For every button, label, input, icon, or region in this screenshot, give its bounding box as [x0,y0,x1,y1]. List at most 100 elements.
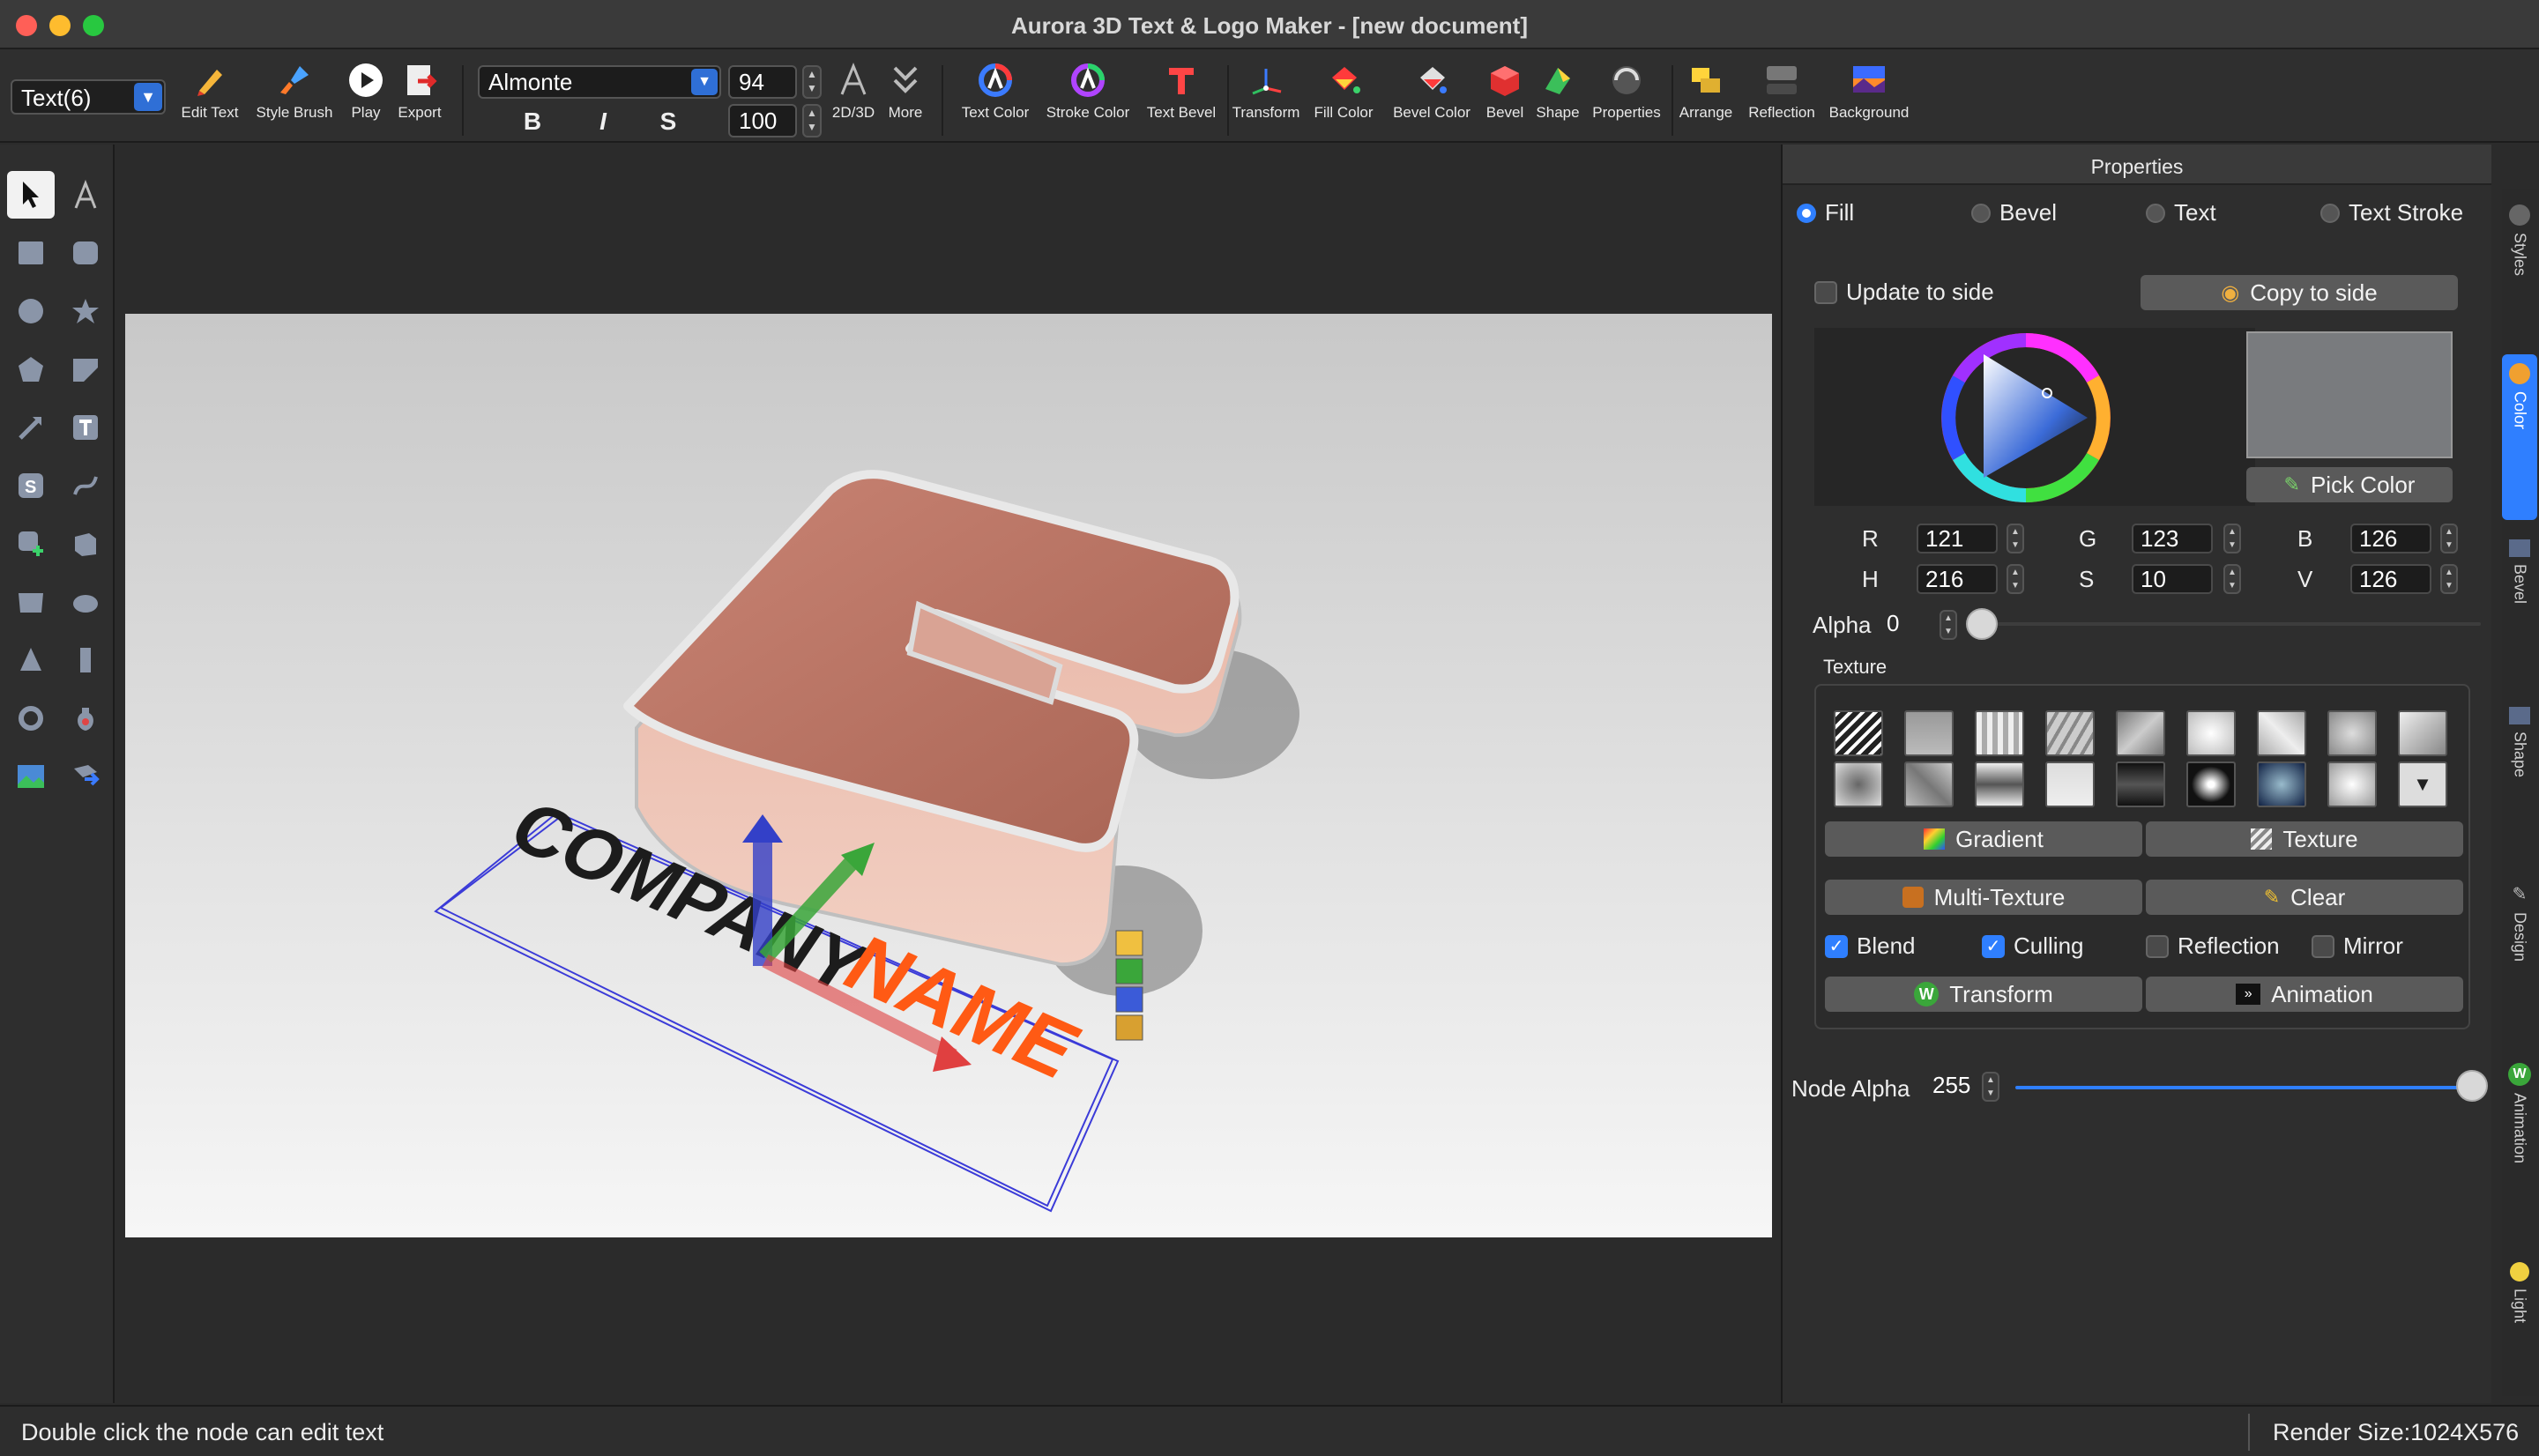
alpha-stepper[interactable]: ▲ ▼ [1940,610,1957,640]
italic-button[interactable]: I [585,108,621,139]
texture-thumb[interactable] [2257,710,2306,756]
texture-thumb[interactable] [1904,710,1954,756]
torus-tool[interactable] [7,695,55,742]
radio-text-stroke[interactable]: Text Stroke [2320,199,2463,227]
font-size-stepper[interactable]: ▲ ▼ [802,65,822,99]
tab-light[interactable]: Light [2502,1255,2537,1370]
texture-thumb[interactable] [2398,710,2447,756]
transform-button[interactable]: Transform [1229,60,1303,139]
shape-button[interactable]: Shape [1534,60,1582,139]
texture-thumb[interactable] [2116,710,2165,756]
r-stepper[interactable]: ▲ ▼ [2007,524,2024,553]
path-tool[interactable] [62,462,109,509]
texture-thumb[interactable] [2045,710,2095,756]
culling-checkbox[interactable]: ✓ Culling [1982,932,2084,960]
image-tool[interactable] [7,753,55,800]
h-stepper[interactable]: ▲ ▼ [2007,564,2024,594]
style-brush-button[interactable]: Style Brush [250,60,339,139]
texture-thumb[interactable] [1834,710,1883,756]
export-button[interactable]: Export [393,60,446,139]
tab-styles[interactable]: Styles [2502,197,2537,321]
add-style-tool[interactable] [7,520,55,568]
bevel-button[interactable]: Bevel [1481,60,1529,139]
tab-animation[interactable]: W Animation [2502,1056,2537,1197]
import-model-tool[interactable] [62,753,109,800]
h-input[interactable]: 216 [1917,564,1998,594]
texture-thumb[interactable] [2186,710,2236,756]
node-alpha-slider-knob[interactable] [2456,1070,2488,1102]
texture-thumb[interactable] [2327,710,2377,756]
reflection-checkbox[interactable]: Reflection [2146,932,2280,960]
color-wheel[interactable] [1814,328,2255,506]
node-alpha-input[interactable]: 255 [1925,1072,1982,1102]
alpha-slider-knob[interactable] [1966,608,1998,640]
texture-thumb[interactable] [1834,761,1883,807]
vase-tool[interactable] [62,695,109,742]
fill-color-button[interactable]: Fill Color [1308,60,1379,139]
copy-to-side-button[interactable]: ◉ Copy to side [2141,275,2458,310]
edit-text-button[interactable]: Edit Text [175,60,245,139]
radio-fill[interactable]: Fill [1797,199,1854,227]
star-tool[interactable] [62,287,109,335]
r-input[interactable]: 121 [1917,524,1998,553]
b-input[interactable]: 126 [2350,524,2431,553]
scale-stepper[interactable]: ▲ ▼ [802,104,822,137]
gradient-button[interactable]: Gradient [1825,821,2142,857]
v-stepper[interactable]: ▲ ▼ [2440,564,2458,594]
update-to-side-checkbox[interactable]: Update to side [1814,279,1994,306]
tab-design[interactable]: ✎ Design [2502,876,2537,991]
properties-button[interactable]: Properties [1587,60,1666,139]
bold-button[interactable]: B [515,108,550,139]
node-alpha-stepper[interactable]: ▲ ▼ [1982,1072,1999,1102]
text-tool[interactable] [62,171,109,219]
alpha-slider-track[interactable] [1977,622,2481,626]
panel-tool[interactable] [7,578,55,626]
node-selector[interactable]: Text(6) ▼ [11,79,166,115]
texture-thumb[interactable] [2257,761,2306,807]
alpha-input[interactable]: 0 [1880,610,1941,640]
cone-tool[interactable] [7,636,55,684]
polygon-tool[interactable] [7,345,55,393]
rectangle-tool[interactable] [7,229,55,277]
box-tool[interactable] [62,520,109,568]
more-button[interactable]: More [882,60,929,139]
v-input[interactable]: 126 [2350,564,2431,594]
radio-text[interactable]: Text [2146,199,2216,227]
more-textures-button[interactable]: ▼ [2398,761,2447,807]
texture-thumb[interactable] [2045,761,2095,807]
bevel-color-button[interactable]: Bevel Color [1388,60,1476,139]
text-box-tool[interactable] [62,404,109,451]
s-stepper[interactable]: ▲ ▼ [2223,564,2241,594]
line-tool[interactable] [7,404,55,451]
animation-button[interactable]: » Animation [2146,977,2463,1012]
cylinder-tool[interactable] [62,636,109,684]
transform-button[interactable]: W Transform [1825,977,2142,1012]
texture-thumb[interactable] [2116,761,2165,807]
stroke-color-button[interactable]: Stroke Color [1042,60,1134,139]
multi-texture-button[interactable]: Multi-Texture [1825,880,2142,915]
text-color-button[interactable]: Text Color [954,60,1037,139]
blend-checkbox[interactable]: ✓ Blend [1825,932,1916,960]
rounded-rect-tool[interactable] [62,229,109,277]
scale-input[interactable]: 100 [728,104,797,137]
tab-color[interactable]: Color [2502,354,2537,520]
texture-button[interactable]: Texture [2146,821,2463,857]
g-input[interactable]: 123 [2132,524,2213,553]
arrange-button[interactable]: Arrange [1673,60,1739,139]
render-canvas[interactable]: COMPANY NAME [125,314,1772,1237]
node-alpha-slider-track[interactable] [2015,1086,2465,1089]
shape-tool[interactable] [62,345,109,393]
b-stepper[interactable]: ▲ ▼ [2440,524,2458,553]
color-wheel-area[interactable] [1814,328,2255,506]
texture-thumb[interactable] [2327,761,2377,807]
texture-thumb[interactable] [1975,761,2024,807]
font-size-input[interactable]: 94 [728,65,797,99]
texture-thumb[interactable] [1904,761,1954,807]
play-button[interactable]: Play [344,60,388,139]
text-bevel-button[interactable]: Text Bevel [1139,60,1224,139]
clear-button[interactable]: ✎ Clear [2146,880,2463,915]
style-text-tool[interactable]: S [7,462,55,509]
g-stepper[interactable]: ▲ ▼ [2223,524,2241,553]
tab-shape[interactable]: Shape [2502,700,2537,814]
select-tool[interactable] [7,171,55,219]
